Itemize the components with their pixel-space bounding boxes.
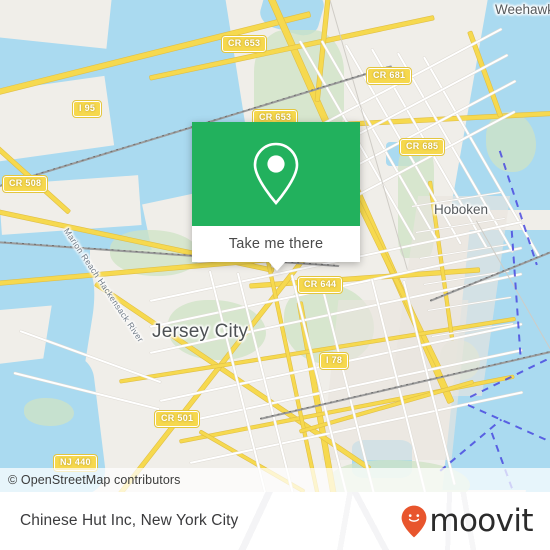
take-me-there-label: Take me there: [228, 236, 324, 252]
map-canvas[interactable]: CR 653 CR 681 CR 653 CR 685 I 95 CR 508 …: [0, 0, 550, 492]
map-landmass-northwest: [0, 0, 113, 49]
popup-card-header: [192, 122, 360, 226]
popup-card-pointer: [268, 261, 286, 271]
place-label-weehawken: Weehawken: [495, 2, 550, 17]
map-screenshot: CR 653 CR 681 CR 653 CR 685 I 95 CR 508 …: [0, 0, 550, 550]
location-popup-card[interactable]: Take me there: [192, 122, 360, 271]
moovit-wordmark: moovit: [429, 502, 533, 539]
shield-cr-644: CR 644: [296, 276, 344, 294]
map-pin-icon: [253, 142, 299, 205]
location-title: Chinese Hut Inc, New York City: [20, 512, 239, 529]
popup-card-footer[interactable]: Take me there: [192, 226, 360, 271]
map-park-west-small: [24, 398, 74, 426]
shield-cr-508: CR 508: [1, 175, 49, 193]
moovit-brand[interactable]: moovit: [401, 502, 534, 539]
shield-cr-653-north: CR 653: [220, 35, 268, 53]
shield-cr-685: CR 685: [398, 138, 446, 156]
place-label-hoboken: Hoboken: [434, 202, 489, 217]
shield-cr-681: CR 681: [365, 67, 413, 85]
map-block-downtown: [321, 300, 469, 460]
osm-attribution-text: © OpenStreetMap contributors: [8, 473, 181, 487]
place-label-jersey-city: Jersey City: [152, 321, 249, 342]
shield-cr-501: CR 501: [153, 410, 201, 428]
osm-attribution-bar: © OpenStreetMap contributors: [0, 468, 550, 492]
shield-i-95: I 95: [71, 100, 103, 118]
bottom-info-bar: Chinese Hut Inc, New York City moovit: [0, 492, 550, 550]
moovit-smiley-pin-icon: [401, 505, 427, 537]
shield-i-78: I 78: [318, 352, 350, 370]
